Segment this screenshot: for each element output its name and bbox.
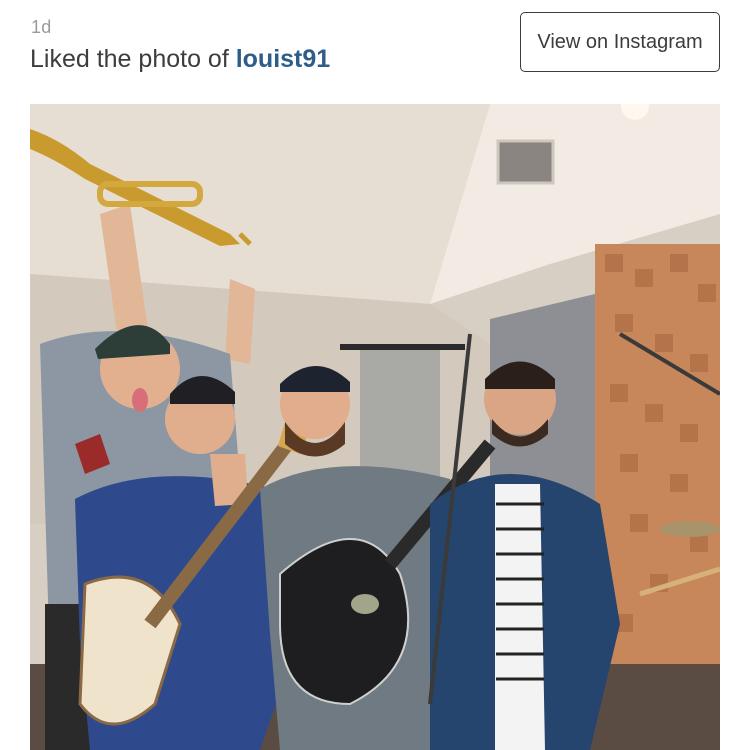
pear [351,594,379,614]
air-vent [496,139,555,185]
view-on-instagram-button[interactable]: View on Instagram [520,12,720,72]
photo-image [30,104,720,750]
door-rail [340,344,465,350]
liked-photo[interactable] [30,104,720,750]
username-link[interactable]: louist91 [236,45,330,73]
activity-timestamp: 1d [31,17,52,37]
activity-description: Liked the photo of louist91 [30,45,330,74]
ceiling-left [30,104,490,304]
cymbal [660,521,720,537]
activity-action-text: Liked the photo of [30,45,236,73]
